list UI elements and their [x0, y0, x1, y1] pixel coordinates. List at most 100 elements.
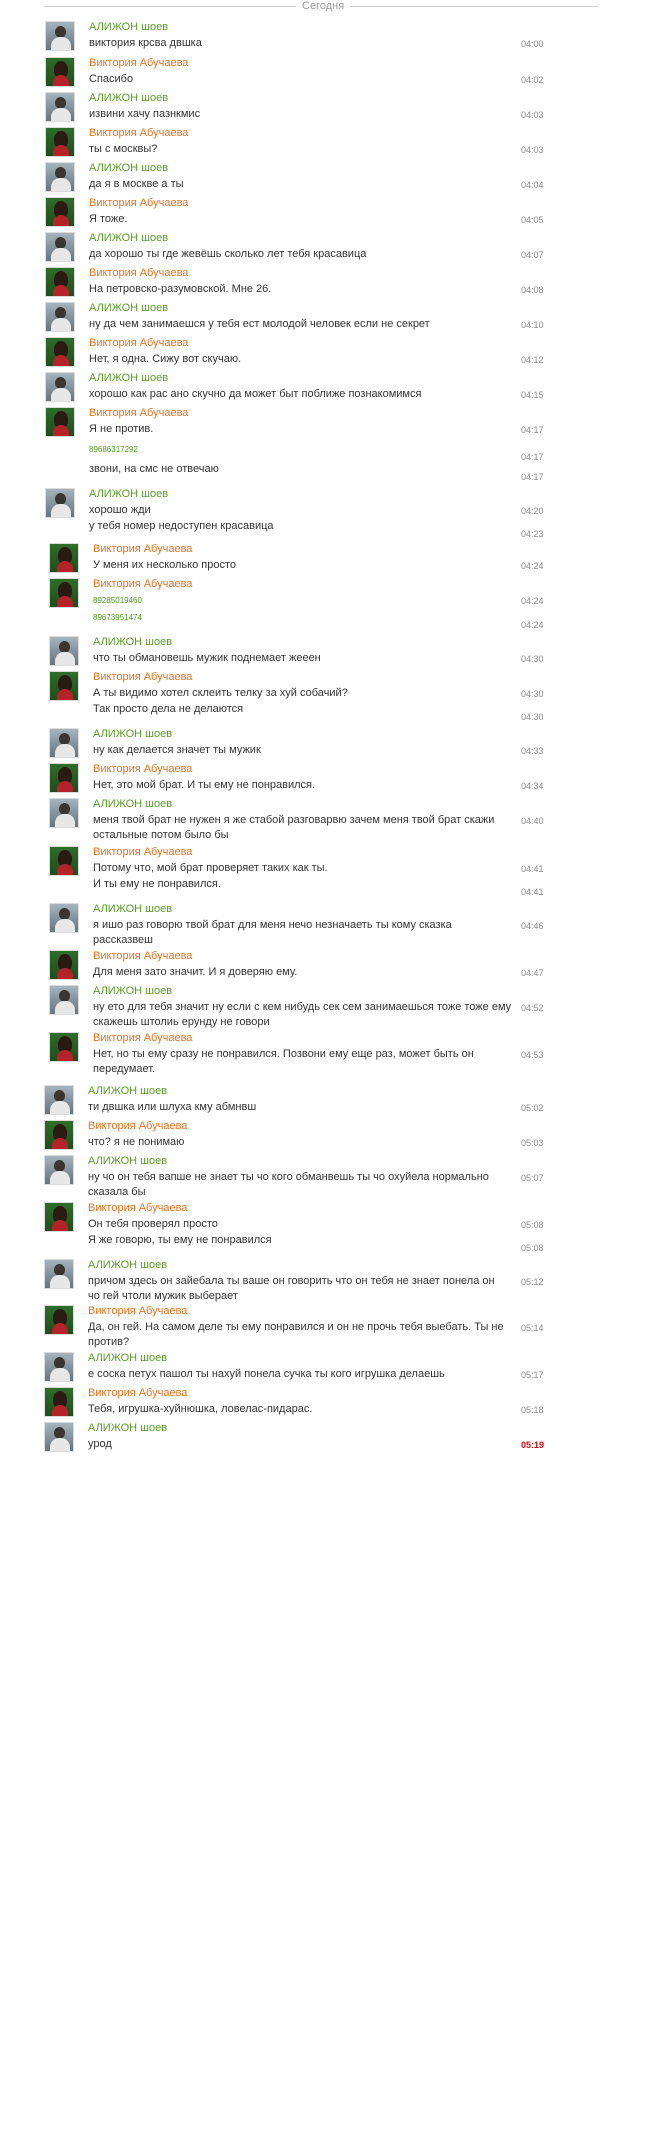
- avatar-viktoria[interactable]: [49, 1032, 79, 1062]
- sender-name[interactable]: АЛИЖОН шоев: [89, 21, 168, 34]
- sender-name[interactable]: Виктория Абучаева: [89, 197, 188, 210]
- message-text: ты с москвы?: [89, 143, 158, 155]
- avatar-viktoria[interactable]: [45, 337, 75, 367]
- message-text: я ишо раз говорю твой брат для меня нечо…: [93, 919, 452, 946]
- message-text: И ты ему не понравился.: [93, 878, 221, 890]
- sender-name[interactable]: Виктория Абучаева: [88, 1387, 187, 1400]
- message-time: 04:17: [521, 425, 544, 435]
- sender-name[interactable]: Виктория Абучаева: [88, 1202, 187, 1215]
- message-time: 04:53: [521, 1050, 544, 1060]
- avatar-alizhon[interactable]: [44, 1085, 74, 1115]
- avatar-viktoria[interactable]: [49, 846, 79, 876]
- sender-name[interactable]: АЛИЖОН шоев: [89, 232, 168, 245]
- sender-name[interactable]: Виктория Абучаева: [93, 671, 192, 684]
- sender-name[interactable]: АЛИЖОН шоев: [89, 302, 168, 315]
- sender-name[interactable]: АЛИЖОН шоев: [89, 488, 168, 501]
- sender-name[interactable]: АЛИЖОН шоев: [93, 903, 172, 916]
- avatar-viktoria[interactable]: [44, 1202, 74, 1232]
- avatar-alizhon[interactable]: [45, 21, 75, 51]
- message-text: А ты видимо хотел склеить телку за хуй с…: [93, 687, 348, 699]
- message-text: что ты обмановешь мужик поднемает жееен: [93, 652, 321, 664]
- sender-name[interactable]: АЛИЖОН шоев: [93, 985, 172, 998]
- sender-name[interactable]: Виктория Абучаева: [89, 267, 188, 280]
- avatar-viktoria[interactable]: [49, 763, 79, 793]
- avatar-viktoria[interactable]: [44, 1387, 74, 1417]
- avatar-viktoria[interactable]: [44, 1305, 74, 1335]
- message-text: ну ето для тебя значит ну если с кем ниб…: [93, 1001, 512, 1028]
- avatar-alizhon[interactable]: [45, 92, 75, 122]
- avatar-viktoria[interactable]: [49, 543, 79, 573]
- avatar-alizhon[interactable]: [45, 372, 75, 402]
- avatar-viktoria[interactable]: [49, 671, 79, 701]
- message-text: причом здесь он зайебала ты ваше он гово…: [88, 1275, 495, 1302]
- avatar-alizhon[interactable]: [49, 985, 79, 1015]
- sender-name[interactable]: Виктория Абучаева: [93, 763, 192, 776]
- sender-name[interactable]: АЛИЖОН шоев: [93, 798, 172, 811]
- avatar-viktoria[interactable]: [45, 57, 75, 87]
- sender-name[interactable]: Виктория Абучаева: [93, 950, 192, 963]
- sender-name[interactable]: Виктория Абучаева: [93, 543, 192, 556]
- message-time: 04:47: [521, 968, 544, 978]
- message-time: 04:00: [521, 39, 544, 49]
- message-time: 04:12: [521, 355, 544, 365]
- avatar-viktoria[interactable]: [49, 950, 79, 980]
- sender-name[interactable]: АЛИЖОН шоев: [88, 1352, 167, 1365]
- message-time: 05:17: [521, 1370, 544, 1380]
- avatar-alizhon[interactable]: [45, 232, 75, 262]
- message-text: что? я не понимаю: [88, 1136, 185, 1148]
- message-text: ну как делается значет ты мужик: [93, 744, 261, 756]
- avatar-viktoria[interactable]: [49, 578, 79, 608]
- avatar-alizhon[interactable]: [44, 1259, 74, 1289]
- phone-number: 89686317292: [89, 445, 138, 454]
- avatar-viktoria[interactable]: [44, 1120, 74, 1150]
- message-text: Нет, но ты ему сразу не понравился. Позв…: [93, 1048, 474, 1075]
- sender-name[interactable]: Виктория Абучаева: [88, 1120, 187, 1133]
- sender-name[interactable]: АЛИЖОН шоев: [89, 372, 168, 385]
- message-text: хорошо как рас ано скучно да может быт п…: [89, 388, 422, 400]
- sender-name[interactable]: АЛИЖОН шоев: [93, 728, 172, 741]
- avatar-viktoria[interactable]: [45, 267, 75, 297]
- avatar-viktoria[interactable]: [45, 127, 75, 157]
- sender-name[interactable]: Виктория Абучаева: [93, 846, 192, 859]
- avatar-alizhon[interactable]: [44, 1352, 74, 1382]
- avatar-alizhon[interactable]: [49, 728, 79, 758]
- message-time: 04:08: [521, 285, 544, 295]
- sender-name[interactable]: АЛИЖОН шоев: [93, 636, 172, 649]
- sender-name[interactable]: Виктория Абучаева: [93, 578, 192, 591]
- sender-name[interactable]: АЛИЖОН шоев: [88, 1085, 167, 1098]
- avatar-alizhon[interactable]: [45, 162, 75, 192]
- message-time: 04:04: [521, 180, 544, 190]
- sender-name[interactable]: Виктория Абучаева: [89, 337, 188, 350]
- avatar-viktoria[interactable]: [45, 407, 75, 437]
- message-time: 04:34: [521, 781, 544, 791]
- sender-name[interactable]: Виктория Абучаева: [89, 57, 188, 70]
- sender-name[interactable]: АЛИЖОН шоев: [88, 1259, 167, 1272]
- avatar-alizhon[interactable]: [44, 1155, 74, 1185]
- sender-name[interactable]: Виктория Абучаева: [88, 1305, 187, 1318]
- message-time: 04:33: [521, 746, 544, 756]
- avatar-alizhon[interactable]: [49, 798, 79, 828]
- message-time: 04:02: [521, 75, 544, 85]
- message-text: Я не против.: [89, 423, 154, 435]
- sender-name[interactable]: Виктория Абучаева: [89, 407, 188, 420]
- message-text: На петровско-разумовской. Мне 26.: [89, 283, 272, 295]
- sender-name[interactable]: АЛИЖОН шоев: [89, 162, 168, 175]
- sender-name[interactable]: Виктория Абучаева: [89, 127, 188, 140]
- avatar-alizhon[interactable]: [45, 488, 75, 518]
- avatar-alizhon[interactable]: [49, 636, 79, 666]
- avatar-alizhon[interactable]: [44, 1422, 74, 1452]
- sender-name[interactable]: Виктория Абучаева: [93, 1032, 192, 1045]
- sender-name[interactable]: АЛИЖОН шоев: [88, 1422, 167, 1435]
- avatar-alizhon[interactable]: [49, 903, 79, 933]
- phone-number: 89285019460: [93, 596, 142, 605]
- sender-name[interactable]: АЛИЖОН шоев: [88, 1155, 167, 1168]
- message-time: 04:05: [521, 215, 544, 225]
- message-text: У меня их несколько просто: [93, 559, 236, 571]
- avatar-alizhon[interactable]: [45, 302, 75, 332]
- message-time: 04:41: [521, 864, 544, 874]
- avatar-viktoria[interactable]: [45, 197, 75, 227]
- message-text: Спасибо: [89, 73, 134, 85]
- sender-name[interactable]: АЛИЖОН шоев: [89, 92, 168, 105]
- message-time: 05:08: [521, 1220, 544, 1230]
- day-label: Сегодня: [296, 0, 351, 13]
